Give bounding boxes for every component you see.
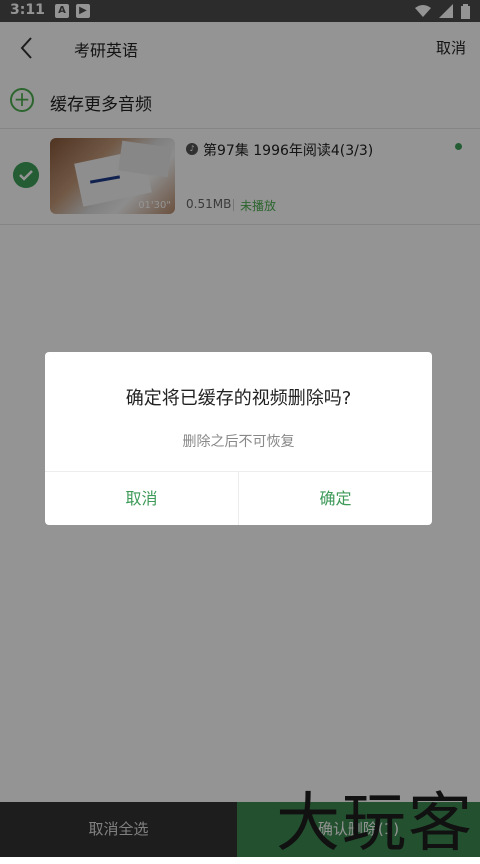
dialog-message: 删除之后不可恢复 <box>182 434 295 450</box>
dialog-cancel-button[interactable]: 取消 <box>45 472 238 525</box>
delete-confirm-dialog: 确定将已缓存的视频删除吗? 删除之后不可恢复 取消 确定 <box>45 352 432 525</box>
dialog-title: 确定将已缓存的视频删除吗? <box>125 388 352 409</box>
watermark-logo: 大玩客 <box>276 787 474 861</box>
dialog-ok-button[interactable]: 确定 <box>239 472 432 525</box>
